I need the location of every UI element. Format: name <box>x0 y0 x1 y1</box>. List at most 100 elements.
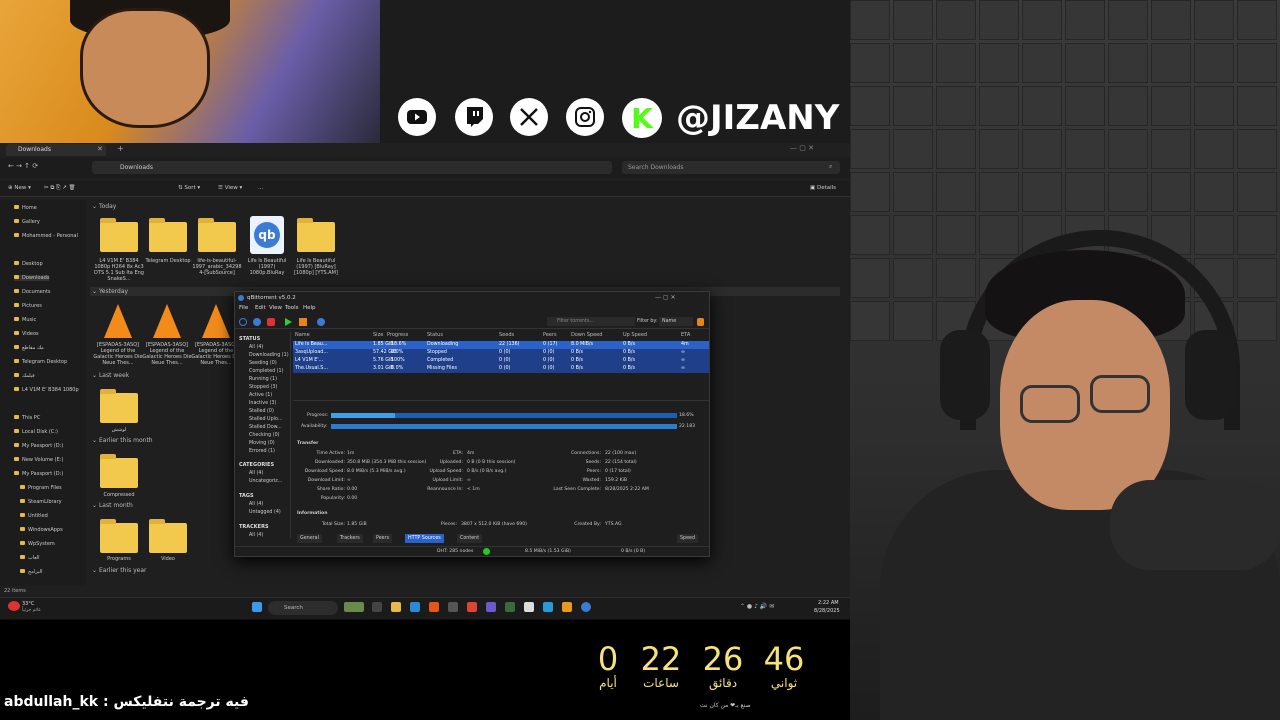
tab-content[interactable]: Content <box>457 534 483 543</box>
filter-item[interactable]: Errored (1) <box>249 449 275 454</box>
folder-icon[interactable] <box>149 519 187 553</box>
col-progress[interactable]: Progress <box>387 332 408 338</box>
sort-button[interactable]: ⇅ Sort ▾ <box>178 185 200 191</box>
add-link-icon[interactable] <box>239 318 247 326</box>
nav-music[interactable]: Music <box>14 317 36 323</box>
nav-programs-ar[interactable]: البرامج <box>20 569 42 575</box>
tab-http-sources[interactable]: HTTP Sources <box>405 534 444 543</box>
categories-header[interactable]: CATEGORIES <box>239 462 274 468</box>
upload-status[interactable]: 0 B/s (0 B) <box>621 549 645 554</box>
nav-videos[interactable]: Videos <box>14 331 39 337</box>
search-input[interactable]: Search Downloads <box>622 161 840 174</box>
folder-icon[interactable] <box>149 218 187 252</box>
new-button[interactable]: ⊕ New ▾ <box>8 185 31 191</box>
app-icon[interactable] <box>505 602 515 612</box>
nav-local-disk[interactable]: Local Disk (C:) <box>14 429 58 435</box>
menu-tools[interactable]: Tools <box>285 305 299 311</box>
nav-passport-d[interactable]: My Passport (D:) <box>14 443 63 449</box>
tab-speed[interactable]: Speed <box>677 534 699 543</box>
nav-this-pc[interactable]: This PC <box>14 415 40 421</box>
menu-file[interactable]: File <box>239 305 248 311</box>
steam-icon[interactable] <box>448 602 458 612</box>
nav-gallery[interactable]: Gallery <box>14 219 40 225</box>
qbittorrent-taskbar-icon[interactable] <box>581 602 591 612</box>
nav-arrows-icon[interactable]: ← → ↑ ⟳ <box>8 162 38 170</box>
new-tab-icon[interactable]: + <box>117 144 124 153</box>
connection-status-icon[interactable] <box>483 548 490 555</box>
torrent-row[interactable]: L4 V1M E'... 5.76 GiB 100% Completed 0 (0) 0 … <box>293 357 709 365</box>
nav-documents[interactable]: Documents <box>14 289 51 295</box>
vlc-file-icon[interactable] <box>202 304 230 338</box>
category-item[interactable]: All (4) <box>249 471 263 476</box>
filter-item[interactable]: Inactive (3) <box>249 401 276 406</box>
nav-desktop[interactable]: Desktop <box>14 261 43 267</box>
telegram-icon[interactable] <box>543 602 553 612</box>
filter-item[interactable]: Running (1) <box>249 377 277 382</box>
address-field[interactable]: Downloads <box>92 161 612 174</box>
filter-item[interactable]: Stopped (3) <box>249 385 277 390</box>
menu-edit[interactable]: Edit <box>255 305 266 311</box>
add-torrent-icon[interactable] <box>253 318 261 326</box>
group-earlier-month[interactable]: ⌄ Earlier this month <box>92 437 153 444</box>
filter-item[interactable]: Checking (0) <box>249 433 280 438</box>
resume-icon[interactable] <box>285 318 292 326</box>
weather-icon[interactable] <box>8 601 20 611</box>
trackers-header[interactable]: TRACKERS <box>239 524 269 530</box>
lock-icon[interactable] <box>697 318 704 326</box>
view-button[interactable]: ☰ View ▾ <box>218 185 242 191</box>
col-size[interactable]: Size <box>373 332 383 338</box>
col-seeds[interactable]: Seeds <box>499 332 514 338</box>
download-status[interactable]: 8.5 MiB/s (1.53 GiB) <box>525 549 571 554</box>
nav-pictures[interactable]: Pictures <box>14 303 42 309</box>
filter-item[interactable]: Stalled (0) <box>249 409 274 414</box>
col-up-speed[interactable]: Up Speed <box>623 332 647 338</box>
delete-icon[interactable] <box>267 318 275 326</box>
close-tab-icon[interactable]: ✕ <box>97 145 103 153</box>
vlc-file-icon[interactable] <box>104 304 132 338</box>
folder-icon[interactable] <box>100 454 138 488</box>
torrent-row[interactable]: 3asqUpload... 57.42 GiB 0.0% Stopped 0 (0) 0 … <box>293 349 709 357</box>
col-status[interactable]: Status <box>427 332 443 338</box>
nav-games[interactable]: العاب <box>20 555 40 561</box>
status-header[interactable]: STATUS <box>239 336 260 342</box>
menu-view[interactable]: View <box>269 305 282 311</box>
group-today[interactable]: ⌄ Today <box>92 203 116 210</box>
col-name[interactable]: Name <box>295 332 310 338</box>
filter-item[interactable]: Seeding (0) <box>249 361 277 366</box>
app-icon[interactable] <box>524 602 534 612</box>
filter-item[interactable]: Stalled Dow... <box>249 425 282 430</box>
col-down-speed[interactable]: Down Speed <box>571 332 602 338</box>
window-controls-icon[interactable]: — ▢ ✕ <box>790 144 814 152</box>
details-button[interactable]: ▣ Details <box>810 185 836 191</box>
firefox-icon[interactable] <box>429 602 439 612</box>
folder-icon[interactable] <box>198 218 236 252</box>
col-peers[interactable]: Peers <box>543 332 557 338</box>
filter-item[interactable]: Moving (0) <box>249 441 275 446</box>
more-button[interactable]: ... <box>258 185 263 191</box>
widget-icon[interactable] <box>344 602 364 612</box>
col-eta[interactable]: ETA <box>681 332 690 338</box>
nav-windowsapps[interactable]: WindowsApps <box>20 527 63 533</box>
nav-wpsystem[interactable]: WpSystem <box>20 541 55 547</box>
edge-icon[interactable] <box>410 602 420 612</box>
folder-icon[interactable] <box>297 218 335 252</box>
nav-telegram[interactable]: Telegram Desktop <box>14 359 67 365</box>
nav-folder-clips[interactable]: مك مقاطع <box>14 345 44 351</box>
filter-item[interactable]: Downloading (1) <box>249 353 289 358</box>
group-yesterday[interactable]: ⌄ Yesterday <box>92 288 128 295</box>
nav-untitled[interactable]: Untitled <box>20 513 48 519</box>
nav-passport-d2[interactable]: My Passport (D:) <box>14 471 63 477</box>
nav-program-files[interactable]: Program Files <box>20 485 62 491</box>
tab-peers[interactable]: Peers <box>373 534 393 543</box>
nav-folder-movie[interactable]: L4 V1M E' B384 1080p <box>14 387 79 393</box>
torrent-row[interactable]: Life Is Beau... 1.85 GiB 18.6% Downloading 2… <box>293 341 709 349</box>
pause-icon[interactable] <box>299 318 307 326</box>
tags-header[interactable]: TAGS <box>239 493 254 499</box>
clock-time[interactable]: 2:22 AM <box>818 600 839 606</box>
tray-icons[interactable]: ⌃ ● ♪ 🔊 ✉ <box>740 603 774 610</box>
taskbar-search[interactable]: Search <box>268 601 338 615</box>
folder-icon[interactable] <box>100 389 138 423</box>
tab-downloads[interactable]: Downloads <box>6 144 106 156</box>
cut-copy-icons[interactable]: ✂ ⧉ ⎘ ↗ 🗑 <box>44 185 76 192</box>
app-icon[interactable] <box>562 602 572 612</box>
